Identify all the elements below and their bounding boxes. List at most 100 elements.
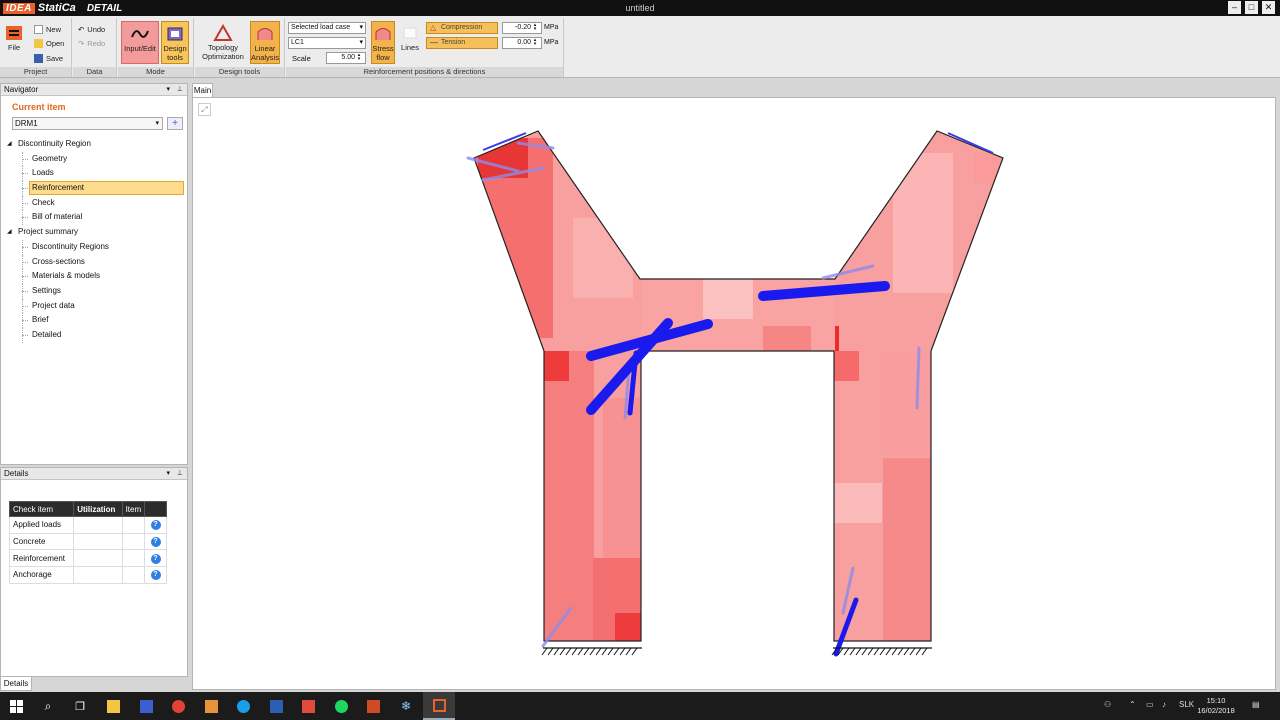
close-button[interactable]: ✕: [1262, 1, 1275, 14]
tree-item[interactable]: Reinforcement: [1, 181, 187, 196]
help-icon[interactable]: ?: [150, 553, 161, 564]
ribbon: File New Open Save Project ↶ Undo ↷ Redo D…: [0, 16, 1280, 78]
utilization-cell: [73, 566, 123, 584]
folder-icon: [106, 699, 120, 713]
taskbar-explorer[interactable]: [97, 692, 129, 720]
tree-item-label: Discontinuity Region: [18, 139, 91, 148]
navigator-title: Navigator: [4, 85, 39, 94]
current-item-select[interactable]: DRM1: [12, 117, 163, 130]
tree-item[interactable]: Discontinuity Regions: [1, 239, 187, 255]
details-tab[interactable]: Details: [0, 677, 32, 691]
maximize-button[interactable]: □: [1245, 1, 1258, 14]
check-item-name: Anchorage: [8, 566, 75, 584]
clock[interactable]: 15:10 16/02/2018: [1196, 696, 1236, 716]
taskbar-idea-app[interactable]: [292, 692, 324, 720]
tree-item[interactable]: Bill of material: [1, 210, 187, 225]
tension-legend[interactable]: — Tension: [426, 37, 498, 49]
search-button[interactable]: ⌕: [32, 692, 64, 720]
chevron-up-icon[interactable]: ⌃: [1129, 700, 1136, 709]
file-menu-icon: [6, 26, 22, 40]
taskbar-word[interactable]: [260, 692, 292, 720]
taskbar-snowflake-app[interactable]: ❄: [390, 692, 422, 720]
pin-icon[interactable]: ⊥: [177, 84, 183, 96]
lines-button[interactable]: Lines: [398, 21, 422, 64]
design-tools-button[interactable]: Design tools: [161, 21, 189, 64]
tree-item-label: Cross-sections: [32, 256, 85, 266]
collapse-triangle-icon[interactable]: ◢: [7, 225, 12, 240]
col-info: [144, 501, 167, 517]
open-button[interactable]: Open: [34, 37, 64, 50]
tree-item[interactable]: ◢ Discontinuity Region: [1, 137, 187, 152]
help-icon[interactable]: ?: [150, 537, 161, 548]
model-canvas[interactable]: ⤢: [192, 97, 1276, 690]
help-icon[interactable]: ?: [150, 520, 161, 531]
compression-legend[interactable]: △ Compression: [426, 22, 498, 34]
tree-item[interactable]: Check: [1, 195, 187, 211]
notifications-icon[interactable]: ▤: [1252, 700, 1260, 709]
tab-main[interactable]: Main: [192, 83, 213, 97]
input-edit-button[interactable]: Input/Edit: [121, 21, 159, 64]
add-icon[interactable]: +: [167, 117, 183, 130]
drm-model-view[interactable]: [193, 98, 1277, 691]
tension-value-input[interactable]: 0.00: [502, 37, 542, 49]
tree-item-label: Loads: [32, 168, 54, 178]
tree-item[interactable]: Geometry: [1, 151, 187, 167]
save-button[interactable]: Save: [34, 52, 63, 65]
tree-item[interactable]: ◢ Project summary: [1, 225, 187, 240]
taskbar-detail-app[interactable]: [423, 692, 455, 720]
minimize-button[interactable]: –: [1228, 1, 1241, 14]
language-indicator[interactable]: SLK: [1179, 700, 1194, 709]
task-view-button[interactable]: ❐: [64, 692, 96, 720]
collapse-triangle-icon[interactable]: ◢: [7, 137, 12, 152]
selected-load-case-combo[interactable]: Selected load case: [288, 22, 366, 34]
undo-button[interactable]: ↶ Undo: [78, 23, 105, 36]
item-cell: [121, 566, 146, 584]
table-row[interactable]: Concrete?: [8, 532, 167, 551]
new-button[interactable]: New: [34, 23, 61, 36]
taskbar-save-app[interactable]: [130, 692, 162, 720]
tree-item[interactable]: Project data: [1, 298, 187, 314]
tree-item[interactable]: Cross-sections: [1, 254, 187, 270]
dropdown-icon[interactable]: ▾: [166, 84, 170, 96]
compression-unit: MPa: [544, 24, 559, 31]
network-icon[interactable]: ▭: [1146, 700, 1154, 709]
load-case-select[interactable]: LC1: [288, 37, 366, 49]
scale-input[interactable]: 5.00: [326, 52, 366, 64]
tree-item[interactable]: Brief: [1, 313, 187, 328]
col-item: Item: [121, 501, 146, 517]
start-button[interactable]: [0, 692, 32, 720]
taskbar-powerpoint[interactable]: [357, 692, 389, 720]
taskbar-spotify[interactable]: [325, 692, 357, 720]
stress-flow-button[interactable]: Stress flow: [371, 21, 395, 64]
redo-button[interactable]: ↷ Redo: [78, 37, 105, 50]
table-row[interactable]: Reinforcement?: [8, 549, 167, 568]
folder-icon: [34, 39, 43, 48]
tree-item[interactable]: Materials & models: [1, 269, 187, 284]
info-cell: ?: [144, 566, 167, 584]
table-row[interactable]: Anchorage?: [8, 566, 167, 584]
volume-icon[interactable]: ♪: [1162, 700, 1166, 709]
input-edit-label: Input/Edit: [124, 44, 156, 53]
topology-optimization-button[interactable]: Topology Optimization: [199, 21, 247, 64]
help-icon[interactable]: ?: [150, 570, 161, 581]
tree-item-label: Geometry: [32, 153, 68, 163]
dropdown-icon[interactable]: ▾: [166, 468, 170, 480]
new-label: New: [46, 25, 62, 34]
navigator-tree: ◢ Discontinuity Region Geometry Loads Reinfo…: [1, 137, 187, 343]
people-icon[interactable]: ⚇: [1104, 700, 1111, 709]
pin-icon[interactable]: ⊥: [177, 468, 183, 480]
taskbar-skype[interactable]: [227, 692, 259, 720]
table-row[interactable]: Applied loads?: [8, 516, 167, 534]
tree-item[interactable]: Detailed: [1, 327, 187, 343]
taskbar-mail[interactable]: [195, 692, 227, 720]
file-button[interactable]: File: [1, 21, 27, 64]
tree-item[interactable]: Settings: [1, 283, 187, 299]
tree-item[interactable]: Loads: [1, 166, 187, 181]
linear-analysis-button[interactable]: Linear Analysis: [250, 21, 280, 64]
compression-value-input[interactable]: -0.20: [502, 22, 542, 34]
search-icon: ⌕: [44, 698, 52, 713]
open-label: Open: [46, 39, 65, 48]
scale-label: Scale: [292, 54, 311, 63]
taskbar-chrome[interactable]: [162, 692, 194, 720]
support-hatching: [541, 647, 928, 656]
